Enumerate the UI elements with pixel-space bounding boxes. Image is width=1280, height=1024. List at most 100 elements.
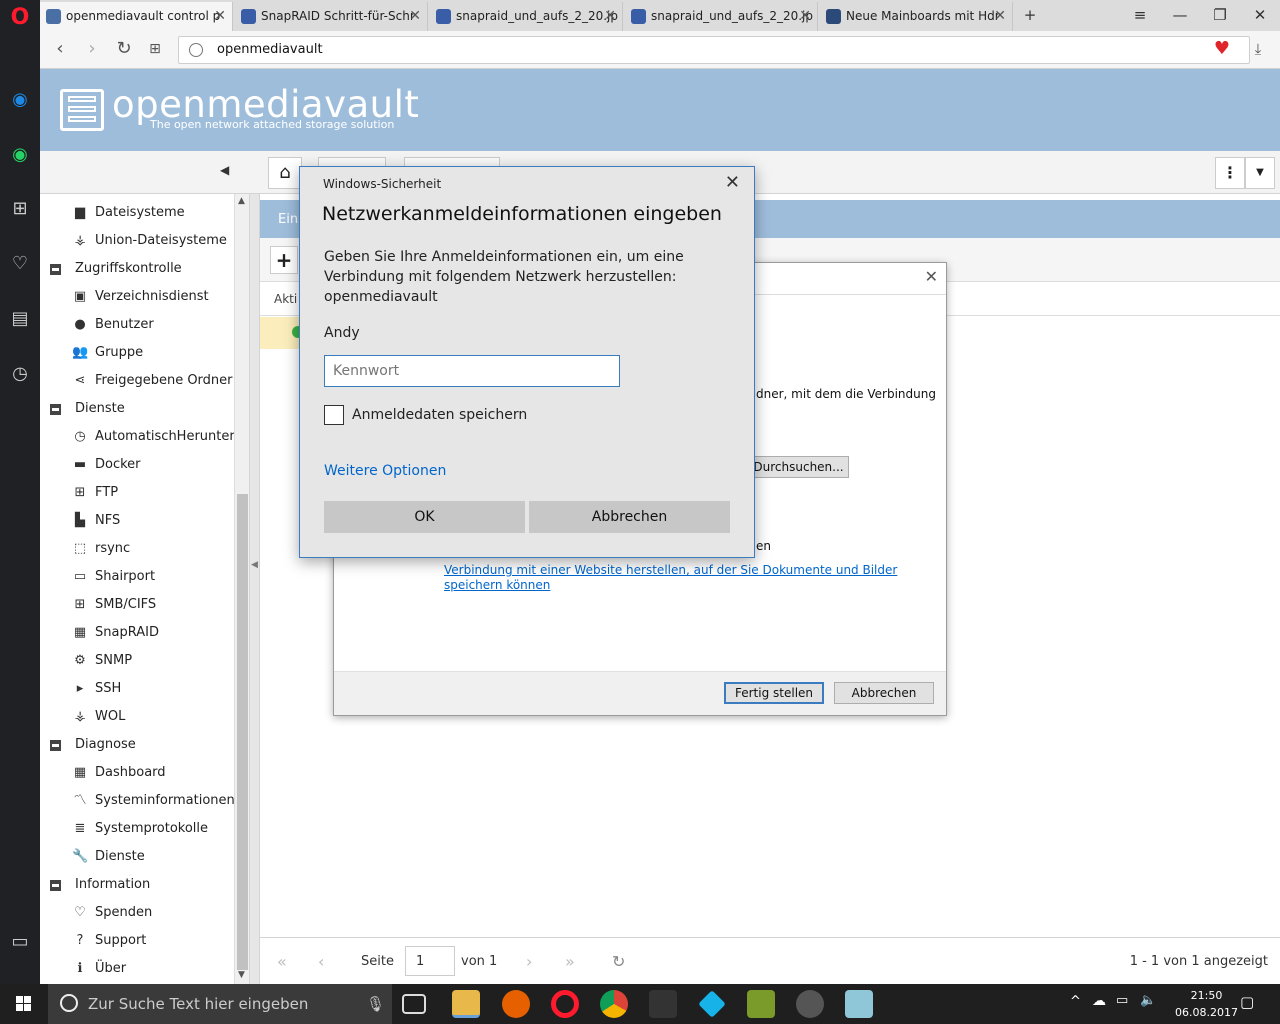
remember-checkbox[interactable]: [324, 405, 344, 425]
nav-item[interactable]: ▬ Docker: [40, 451, 234, 479]
tab-3[interactable]: snapraid_und_aufs_2_20.jp ✕: [430, 2, 623, 31]
nav-scroll-thumb[interactable]: [237, 494, 248, 970]
tab-4[interactable]: snapraid_und_aufs_2_20.jp ✕: [625, 2, 818, 31]
close-window-button[interactable]: ✕: [1240, 0, 1280, 31]
heart-icon[interactable]: ♡: [8, 252, 32, 276]
browse-button[interactable]: Durchsuchen...: [748, 456, 849, 478]
finish-button[interactable]: Fertig stellen: [724, 682, 824, 704]
nav-item[interactable]: ⋖ Freigegebene Ordner: [40, 367, 234, 395]
app-icon[interactable]: [649, 990, 677, 1018]
home-button[interactable]: ⌂: [268, 157, 302, 189]
speed-dial-grid-icon[interactable]: ⊞: [143, 37, 167, 61]
first-page-icon[interactable]: «: [277, 938, 287, 985]
tab-close-icon[interactable]: ✕: [409, 2, 421, 31]
tab-menu-icon[interactable]: ≡: [1120, 0, 1160, 31]
nav-item[interactable]: ▦ SnapRAID: [40, 619, 234, 647]
tab-1[interactable]: openmediavault control p ✕: [40, 2, 233, 31]
opera-logo-icon[interactable]: O: [8, 6, 32, 30]
nav-group[interactable]: Information: [40, 871, 234, 899]
nav-item[interactable]: ● Benutzer: [40, 311, 234, 339]
speed-dial-icon[interactable]: ⊞: [8, 197, 32, 221]
tray-expand-icon[interactable]: ^: [1070, 994, 1081, 1009]
forward-icon[interactable]: ›: [80, 37, 104, 61]
password-field[interactable]: [324, 355, 620, 387]
dropdown-icon[interactable]: ▼: [1245, 157, 1275, 189]
last-page-icon[interactable]: »: [565, 938, 575, 985]
nav-item[interactable]: ▭ Shairport: [40, 563, 234, 591]
back-icon[interactable]: ‹: [48, 37, 72, 61]
nav-item[interactable]: ▦ Dashboard: [40, 759, 234, 787]
tab-close-icon[interactable]: ✕: [799, 2, 811, 31]
scroll-down-icon[interactable]: ▼: [238, 970, 245, 980]
explorer-icon[interactable]: [452, 990, 480, 1018]
kodi-icon[interactable]: [698, 990, 726, 1018]
network-icon[interactable]: ▭: [1116, 993, 1128, 1008]
more-options-link[interactable]: Weitere Optionen: [324, 463, 446, 479]
new-tab-button[interactable]: +: [1010, 0, 1050, 31]
collapse-icon[interactable]: [50, 880, 61, 891]
url-field[interactable]: openmediavault: [178, 36, 1250, 64]
clock[interactable]: 21:50 06.08.2017: [1175, 987, 1238, 1021]
scroll-up-icon[interactable]: ▲: [238, 196, 245, 206]
nav-item[interactable]: ▸ SSH: [40, 675, 234, 703]
collapse-icon[interactable]: [50, 740, 61, 751]
onedrive-icon[interactable]: ☁: [1092, 993, 1106, 1009]
nav-scrollbar[interactable]: ▲ ▼: [234, 194, 249, 984]
dialog-close-icon[interactable]: ✕: [725, 172, 740, 193]
tab-close-icon[interactable]: ✕: [604, 2, 616, 31]
website-connect-link[interactable]: Verbindung mit einer Website herstellen,…: [444, 563, 914, 593]
wizard-close-icon[interactable]: ✕: [925, 267, 938, 286]
news-icon[interactable]: ▤: [8, 307, 32, 331]
collapse-nav-icon[interactable]: ◀: [220, 163, 229, 177]
minimize-button[interactable]: —: [1160, 0, 1200, 31]
app-icon-2[interactable]: [747, 990, 775, 1018]
tab-close-icon[interactable]: ✕: [214, 2, 226, 31]
remember-label[interactable]: Anmeldedaten speichern: [352, 407, 527, 423]
nav-item[interactable]: 👥 Gruppe: [40, 339, 234, 367]
nav-item[interactable]: ⚶ Union-Dateisysteme: [40, 227, 234, 255]
tab-5[interactable]: Neue Mainboards mit Hdr ✕: [820, 2, 1013, 31]
nav-item[interactable]: ▙ NFS: [40, 507, 234, 535]
nav-group[interactable]: Dienste: [40, 395, 234, 423]
next-page-icon[interactable]: ›: [526, 938, 532, 985]
nav-item[interactable]: ⊞ FTP: [40, 479, 234, 507]
nav-item[interactable]: ♡ Spenden: [40, 899, 234, 927]
cancel-button[interactable]: Abbrechen: [529, 501, 730, 533]
refresh-icon[interactable]: ↻: [612, 938, 625, 985]
collapse-icon[interactable]: [50, 264, 61, 275]
add-button[interactable]: +: [270, 246, 298, 274]
nav-item[interactable]: ⚶ WOL: [40, 703, 234, 731]
app-icon-3[interactable]: [845, 990, 873, 1018]
nav-item[interactable]: ℹ Über: [40, 955, 234, 983]
history-icon[interactable]: ◷: [8, 362, 32, 386]
nav-item[interactable]: 🔧 Dienste: [40, 843, 234, 871]
tab-close-icon[interactable]: ✕: [994, 2, 1006, 31]
nav-item[interactable]: ⬚ rsync: [40, 535, 234, 563]
nav-item[interactable]: ? Support: [40, 927, 234, 955]
nav-splitter[interactable]: ◀: [250, 194, 260, 984]
microphone-icon[interactable]: 🎙: [366, 984, 385, 1024]
messenger-icon[interactable]: ◉: [8, 88, 32, 112]
nav-item[interactable]: ◷ AutomatischHerunterfa: [40, 423, 234, 451]
volume-icon[interactable]: 🔈: [1140, 993, 1156, 1008]
nav-item[interactable]: 〽 Systeminformationen: [40, 787, 234, 815]
page-input[interactable]: 1: [405, 946, 455, 976]
firefox-icon[interactable]: [502, 990, 530, 1018]
nav-item[interactable]: ⊞ SMB/CIFS: [40, 591, 234, 619]
wizard-cancel-button[interactable]: Abbrechen: [834, 682, 934, 704]
reload-icon[interactable]: ↻: [112, 37, 136, 61]
nav-group[interactable]: Zugriffskontrolle: [40, 255, 234, 283]
start-button[interactable]: [0, 984, 48, 1024]
more-vertical-icon[interactable]: ⋮: [1215, 157, 1245, 189]
nav-item[interactable]: ≣ Systemprotokolle: [40, 815, 234, 843]
collapse-icon[interactable]: [50, 404, 61, 415]
nav-item[interactable]: ▣ Verzeichnisdienst: [40, 283, 234, 311]
ok-button[interactable]: OK: [324, 501, 525, 533]
task-view-icon[interactable]: [402, 994, 426, 1014]
chrome-icon[interactable]: [600, 990, 628, 1018]
nav-item[interactable]: ▆ Dateisysteme: [40, 199, 234, 227]
tab-2[interactable]: SnapRAID Schritt-für-Schr ✕: [235, 2, 428, 31]
whatsapp-icon[interactable]: ◉: [8, 143, 32, 167]
nav-item[interactable]: ⚙ SNMP: [40, 647, 234, 675]
bookmark-heart-icon[interactable]: ♥: [1210, 37, 1234, 61]
